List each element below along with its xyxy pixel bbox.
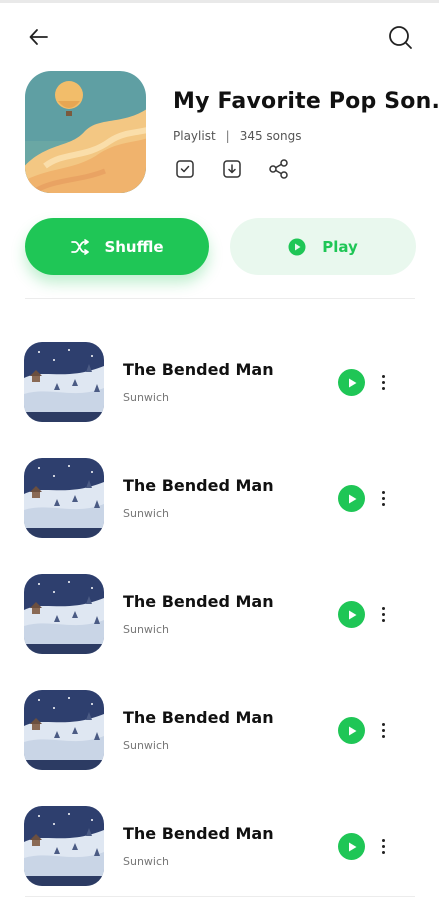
song-play-button[interactable]: [338, 833, 365, 860]
song-thumbnail: [24, 458, 104, 538]
playlist-title: My Favorite Pop Son..: [173, 89, 439, 114]
song-title: The Bended Man: [123, 360, 274, 379]
play-circle-icon: [288, 238, 306, 255]
song-artist: Sunwich: [123, 391, 169, 404]
add-to-library-button[interactable]: [171, 155, 198, 182]
song-thumbnail: [24, 342, 104, 422]
check-square-icon: [175, 159, 194, 178]
shuffle-button[interactable]: Shuffle: [25, 218, 209, 275]
download-icon: [222, 159, 241, 178]
song-artist: Sunwich: [123, 507, 169, 520]
playlist-header: My Favorite Pop Son.. Playlist | 345 songs: [25, 71, 439, 195]
playlist-type: Playlist: [173, 129, 216, 143]
play-icon: [348, 726, 356, 735]
play-icon: [348, 378, 356, 387]
download-button[interactable]: [218, 155, 245, 182]
search-button[interactable]: [385, 22, 415, 52]
song-play-button[interactable]: [338, 485, 365, 512]
song-title: The Bended Man: [123, 592, 274, 611]
play-icon: [348, 842, 356, 851]
section-divider: [25, 298, 415, 299]
search-icon: [389, 26, 412, 49]
song-more-button[interactable]: [376, 602, 390, 626]
back-arrow-icon: [29, 29, 48, 45]
playlist-meta: Playlist | 345 songs: [173, 129, 302, 143]
share-icon: [268, 158, 288, 179]
song-thumbnail: [24, 574, 104, 654]
play-icon: [348, 610, 356, 619]
back-button[interactable]: [24, 22, 54, 52]
playlist-cover-image: [25, 71, 146, 193]
playback-buttons: Shuffle Play: [25, 218, 416, 276]
list-item[interactable]: The Bended Man Sunwich: [24, 806, 416, 886]
song-artist: Sunwich: [123, 739, 169, 752]
song-more-button[interactable]: [376, 486, 390, 510]
song-artist: Sunwich: [123, 623, 169, 636]
song-count: 345 songs: [239, 129, 302, 143]
song-artist: Sunwich: [123, 855, 169, 868]
meta-separator: |: [225, 129, 230, 143]
list-item[interactable]: The Bended Man Sunwich: [24, 574, 416, 654]
song-title: The Bended Man: [123, 708, 274, 727]
list-item[interactable]: The Bended Man Sunwich: [24, 690, 416, 770]
song-title: The Bended Man: [123, 476, 274, 495]
song-thumbnail: [24, 806, 104, 886]
song-more-button[interactable]: [376, 370, 390, 394]
status-divider: [0, 0, 439, 3]
play-label: Play: [322, 237, 358, 256]
song-thumbnail: [24, 690, 104, 770]
list-item[interactable]: The Bended Man Sunwich: [24, 342, 416, 422]
bottom-divider: [25, 896, 415, 897]
play-button[interactable]: Play: [230, 218, 416, 275]
list-item[interactable]: The Bended Man Sunwich: [24, 458, 416, 538]
top-bar: [0, 22, 439, 54]
song-title: The Bended Man: [123, 824, 274, 843]
song-more-button[interactable]: [376, 718, 390, 742]
share-button[interactable]: [265, 155, 292, 182]
song-play-button[interactable]: [338, 717, 365, 744]
play-icon: [348, 494, 356, 503]
shuffle-label: Shuffle: [104, 237, 164, 256]
song-more-button[interactable]: [376, 834, 390, 858]
song-play-button[interactable]: [338, 369, 365, 396]
song-play-button[interactable]: [338, 601, 365, 628]
playlist-actions: [171, 155, 292, 182]
shuffle-icon: [71, 238, 90, 255]
